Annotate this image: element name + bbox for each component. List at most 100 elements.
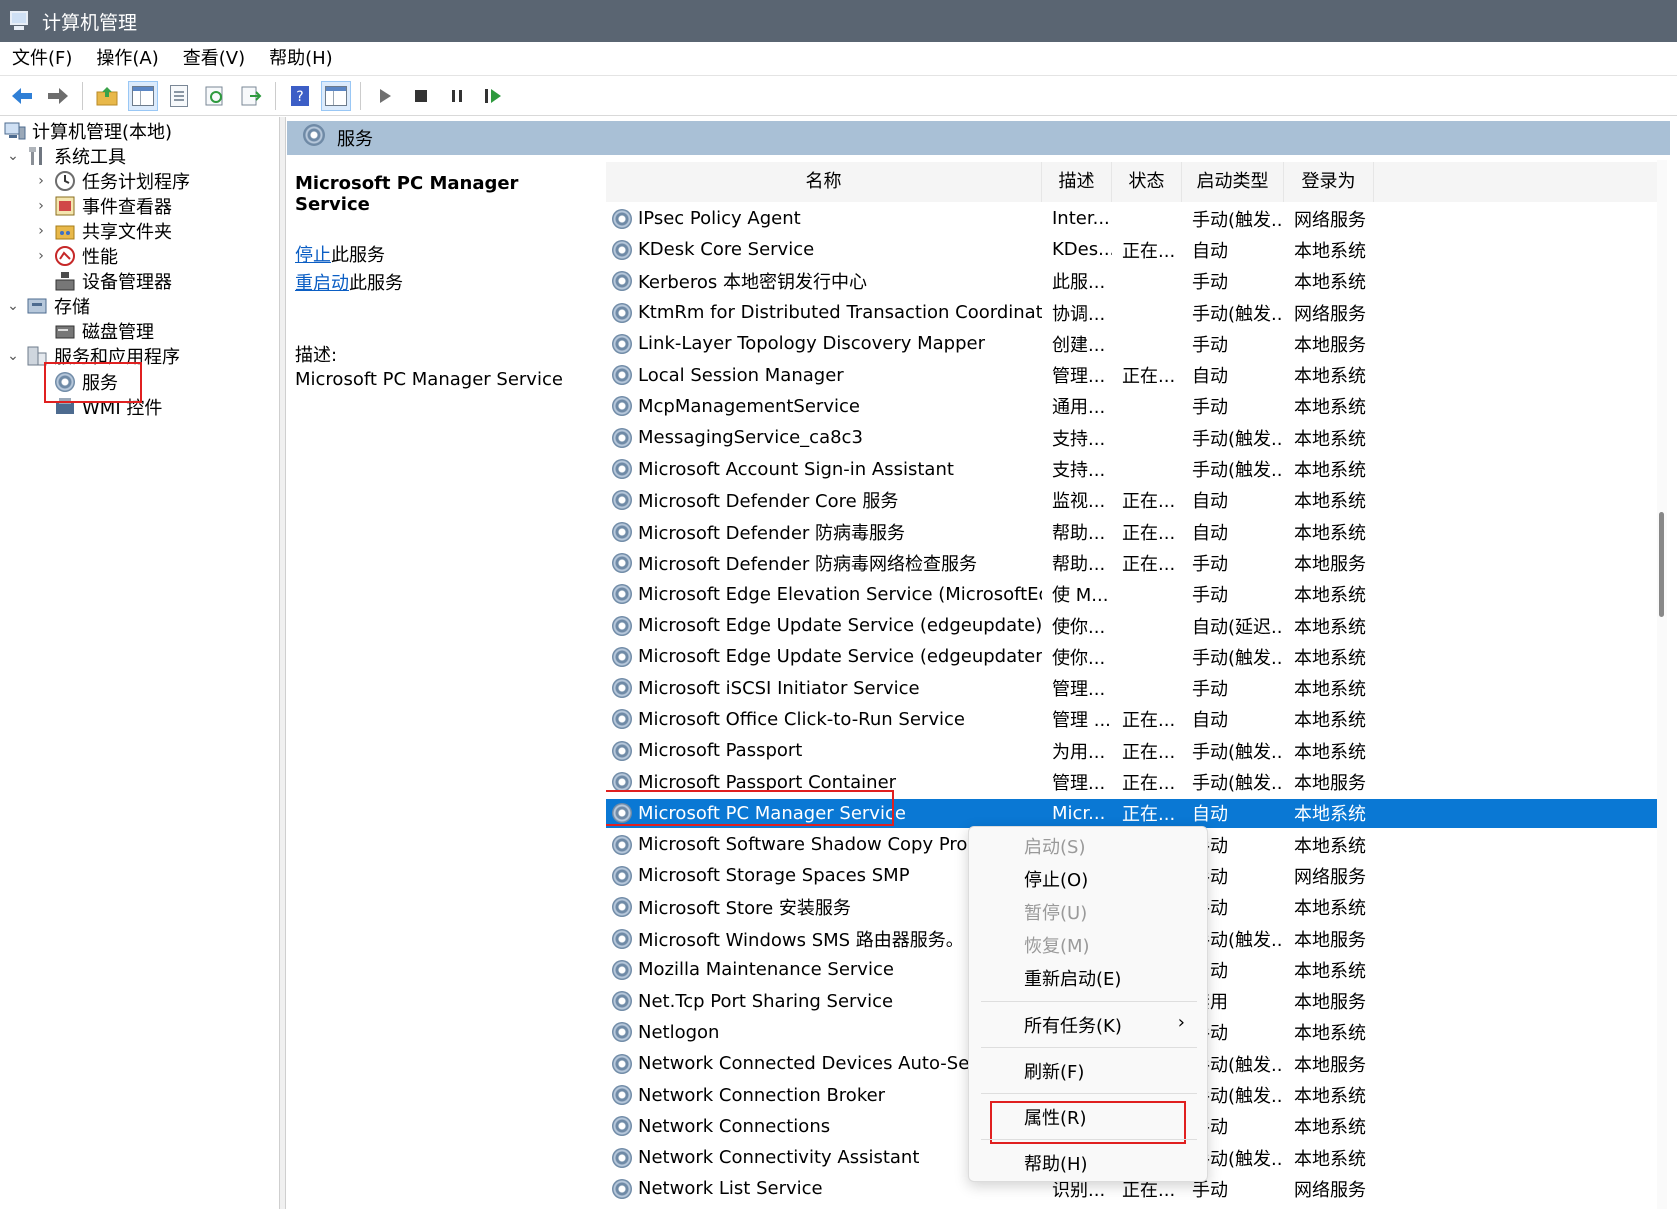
highlight-box-selected-service <box>606 790 894 826</box>
tree-item-device-manager[interactable]: 设备管理器 <box>54 267 172 294</box>
service-row[interactable]: Microsoft Account Sign-in Assistant 支持...… <box>606 454 1666 483</box>
service-status: 正在... <box>1122 804 1176 826</box>
menu-file[interactable]: 文件(F) <box>0 42 84 76</box>
service-row[interactable]: Microsoft Passport 为用... 正在... 手动(触发... 本地系统 <box>606 736 1666 765</box>
service-name: Microsoft Office Click-to-Run Service <box>638 708 965 730</box>
export-icon[interactable] <box>236 81 266 111</box>
back-icon[interactable] <box>7 81 37 111</box>
pane-splitter[interactable] <box>280 117 286 1209</box>
show-action-pane-icon[interactable] <box>321 80 351 111</box>
service-row[interactable]: Local Session Manager 管理... 正在... 自动 本地系统 <box>606 361 1666 390</box>
tree-item-performance[interactable]: › 性能 <box>32 242 118 269</box>
menu-item-pause[interactable]: 暂停(U) <box>1024 899 1087 929</box>
service-name: Microsoft Passport <box>638 740 803 762</box>
menu-item-start[interactable]: 启动(S) <box>1024 833 1085 863</box>
start-service-icon[interactable] <box>370 81 400 111</box>
scrollbar-thumb[interactable] <box>1659 512 1664 617</box>
service-name: Microsoft Defender Core 服务 <box>638 491 899 513</box>
service-row[interactable]: Link-Layer Topology Discovery Mapper 创建..… <box>606 329 1666 358</box>
tree-item-system-tools[interactable]: ⌄ 系统工具 <box>4 142 126 169</box>
gear-icon <box>610 458 634 480</box>
menu-item-stop[interactable]: 停止(O) <box>1024 866 1088 896</box>
service-name: Microsoft Edge Update Service (edgeupdat… <box>638 646 1042 668</box>
service-status: 正在... <box>1122 366 1176 388</box>
vertical-scrollbar[interactable] <box>1657 160 1667 1209</box>
stop-service-link[interactable]: 停止 <box>295 245 331 266</box>
chevron-down-icon[interactable]: ⌄ <box>4 148 22 164</box>
gear-icon <box>610 521 634 543</box>
menu-item-refresh[interactable]: 刷新(F) <box>1024 1058 1084 1088</box>
export-list-icon[interactable] <box>164 81 194 111</box>
gear-icon <box>610 1178 634 1200</box>
service-row[interactable]: McpManagementService 通用... 手动 本地系统 <box>606 392 1666 421</box>
menu-view[interactable]: 查看(V) <box>171 42 257 76</box>
stop-service-icon[interactable] <box>406 81 436 111</box>
service-description: 管理... <box>1052 366 1106 388</box>
service-row[interactable]: Microsoft Office Click-to-Run Service 管理 … <box>606 705 1666 734</box>
service-status: 正在... <box>1122 491 1176 513</box>
description-label: 描述: <box>295 345 338 366</box>
chevron-right-icon[interactable]: › <box>32 198 50 214</box>
service-description: 管理... <box>1052 679 1106 701</box>
performance-icon <box>54 245 76 267</box>
pause-service-icon[interactable] <box>442 81 472 111</box>
tree-item-storage[interactable]: ⌄ 存储 <box>4 292 90 319</box>
refresh-icon[interactable] <box>200 81 230 111</box>
chevron-down-icon[interactable]: ⌄ <box>4 298 22 314</box>
services-header: 服务 <box>287 121 1670 155</box>
service-row[interactable]: KtmRm for Distributed Transaction Coordi… <box>606 298 1666 327</box>
context-menu: 启动(S) 停止(O) 暂停(U) 恢复(M) 重新启动(E) 所有任务(K) … <box>968 826 1208 1182</box>
forward-icon[interactable] <box>43 81 73 111</box>
service-startup-type: 手动 <box>1192 585 1228 607</box>
menu-help[interactable]: 帮助(H) <box>257 42 345 76</box>
restart-service-link[interactable]: 重启动 <box>295 273 349 294</box>
service-row[interactable]: Microsoft iSCSI Initiator Service 管理... 手动… <box>606 674 1666 703</box>
tree-item-root[interactable]: 计算机管理(本地) <box>4 117 172 144</box>
column-description[interactable]: 描述 <box>1042 162 1112 202</box>
service-row[interactable]: Microsoft Defender 防病毒服务 帮助... 正在... 自动 本地系统 <box>606 517 1666 546</box>
service-log-on-as: 网络服务 <box>1294 1179 1366 1201</box>
service-row[interactable]: Microsoft Edge Update Service (edgeupdat… <box>606 642 1666 671</box>
tree-label: 设备管理器 <box>82 271 172 293</box>
column-name[interactable]: 名称 <box>606 162 1042 202</box>
selected-service-title: Microsoft PC Manager Service <box>295 173 519 215</box>
help-icon[interactable]: ? <box>285 81 315 111</box>
service-row[interactable]: MessagingService_ca8c3 支持... 手动(触发... 本地系统 <box>606 423 1666 452</box>
column-log-on-as[interactable]: 登录为 <box>1284 162 1374 202</box>
chevron-right-icon[interactable]: › <box>32 173 50 189</box>
service-description: 管理 ... <box>1052 710 1111 732</box>
chevron-down-icon[interactable]: ⌄ <box>4 348 22 364</box>
menu-item-resume[interactable]: 恢复(M) <box>1024 932 1090 962</box>
restart-service-icon[interactable] <box>478 81 508 111</box>
column-startup-type[interactable]: 启动类型 <box>1182 162 1284 202</box>
show-hide-console-tree-icon[interactable] <box>128 80 158 111</box>
service-description: 协调... <box>1052 303 1106 325</box>
service-name: McpManagementService <box>638 395 860 417</box>
service-row[interactable]: Microsoft Edge Update Service (edgeupdat… <box>606 611 1666 640</box>
service-row[interactable]: Microsoft Edge Elevation Service (Micros… <box>606 580 1666 609</box>
service-row[interactable]: Kerberos 本地密钥发行中心 此服... 手动 本地系统 <box>606 267 1666 296</box>
tree-item-shared-folders[interactable]: › 共享文件夹 <box>32 217 172 244</box>
service-row[interactable]: IPsec Policy Agent Inter... 手动(触发... 网络服务 <box>606 204 1666 233</box>
highlight-box-services <box>44 362 142 403</box>
service-description: 管理... <box>1052 773 1106 795</box>
service-name: Microsoft Edge Update Service (edgeupdat… <box>638 615 1042 637</box>
menu-item-help[interactable]: 帮助(H) <box>1024 1150 1088 1180</box>
menu-item-restart[interactable]: 重新启动(E) <box>1024 965 1121 995</box>
chevron-right-icon[interactable]: › <box>32 223 50 239</box>
menu-item-all-tasks[interactable]: 所有任务(K) <box>1024 1012 1122 1042</box>
tree-item-disk-management[interactable]: 磁盘管理 <box>54 317 154 344</box>
column-status[interactable]: 状态 <box>1112 162 1182 202</box>
service-row[interactable]: Microsoft Defender 防病毒网络检查服务 帮助... 正在... 手动… <box>606 548 1666 577</box>
service-row[interactable]: Microsoft Defender Core 服务 监视... 正在... 自动 本地… <box>606 486 1666 515</box>
tree-item-task-scheduler[interactable]: › 任务计划程序 <box>32 167 190 194</box>
service-log-on-as: 本地系统 <box>1294 1117 1366 1139</box>
up-folder-icon[interactable] <box>92 81 122 111</box>
chevron-right-icon[interactable]: › <box>32 248 50 264</box>
service-status: 正在... <box>1122 773 1176 795</box>
service-startup-type: 自动 <box>1192 366 1228 388</box>
service-row[interactable]: KDesk Core Service KDes... 正在... 自动 本地系统 <box>606 235 1666 264</box>
tree-item-event-viewer[interactable]: › 事件查看器 <box>32 192 172 219</box>
service-startup-type: 手动(触发... <box>1192 773 1284 795</box>
menu-action[interactable]: 操作(A) <box>84 42 170 76</box>
